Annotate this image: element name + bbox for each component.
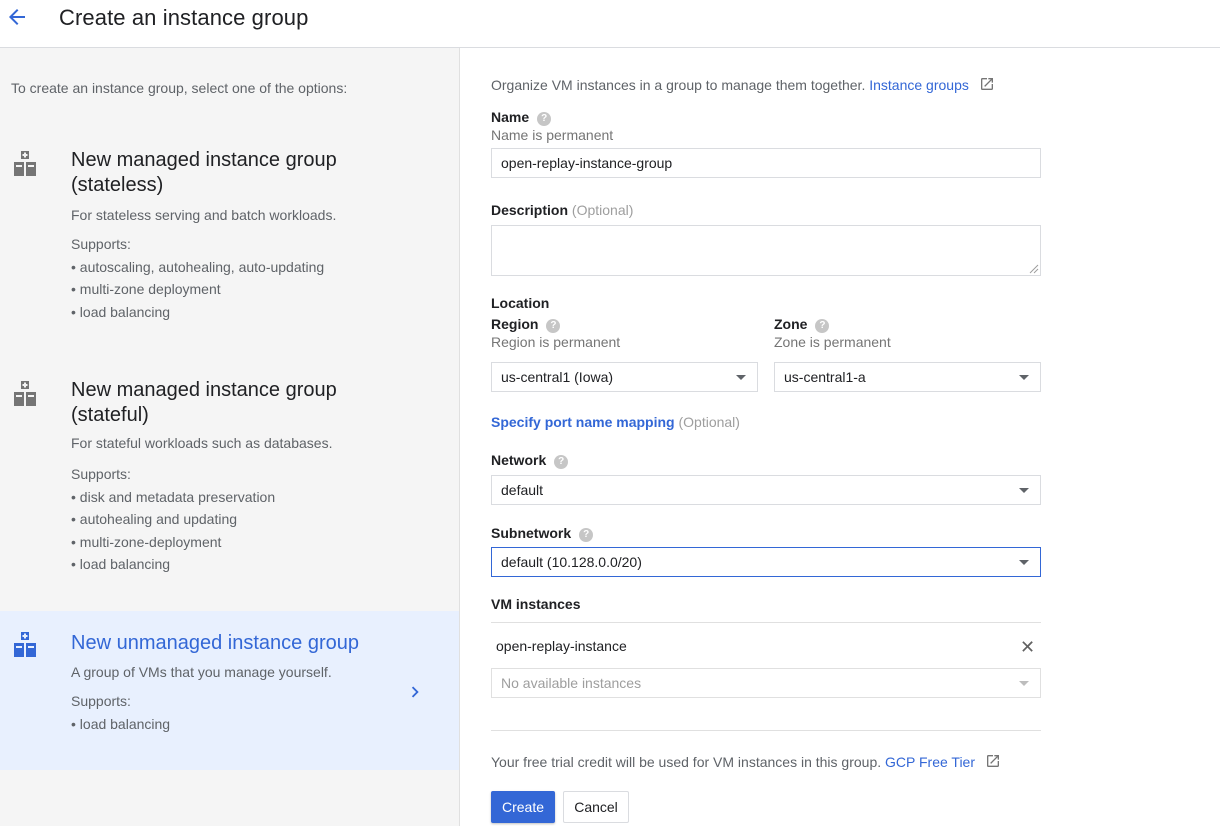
supports-item: • multi-zone deployment (71, 281, 221, 297)
free-tier-note: Your free trial credit will be used for … (491, 753, 1001, 770)
vm-instance-item: open-replay-instance (496, 638, 627, 654)
supports-label: Supports: (71, 236, 131, 252)
form-intro: Organize VM instances in a group to mana… (491, 76, 995, 93)
option-description: For stateful workloads such as databases… (71, 435, 333, 451)
network-label-text: Network (491, 452, 547, 468)
remove-instance-icon[interactable]: ✕ (1020, 638, 1035, 656)
add-instance-select[interactable]: No available instances (491, 668, 1041, 698)
dropdown-arrow-icon (736, 375, 746, 380)
zone-value: us-central1-a (784, 369, 866, 385)
open-in-new-icon[interactable] (979, 76, 995, 92)
supports-item: • load balancing (71, 303, 171, 320)
option-description: For stateless serving and batch workload… (71, 207, 337, 223)
name-label: Name? (491, 109, 552, 126)
option-supports: Supports: • autoscaling, autohealing, au… (71, 233, 324, 323)
name-hint: Name is permanent (491, 127, 614, 143)
chevron-right-icon (411, 686, 419, 698)
dropdown-arrow-icon (1019, 681, 1029, 686)
help-icon[interactable]: ? (815, 319, 830, 333)
zone-label-text: Zone (774, 316, 808, 332)
page-header: Create an instance group (0, 0, 1220, 48)
option-title-line2: (stateless) (71, 174, 164, 196)
help-icon[interactable]: ? (537, 112, 552, 126)
page-title: Create an instance group (59, 5, 309, 30)
option-title: New managed instance group (stateful) (71, 378, 401, 428)
instance-group-icon (14, 632, 36, 657)
supports-item: • load balancing (71, 715, 171, 732)
create-button[interactable]: Create (491, 791, 555, 823)
supports-item: • disk and metadata preservation (71, 488, 276, 505)
name-label-text: Name (491, 109, 530, 125)
supports-label: Supports: (71, 693, 131, 709)
subnetwork-label: Subnetwork? (491, 525, 594, 542)
option-supports: Supports: • disk and metadata preservati… (71, 463, 275, 576)
free-tier-text: Your free trial credit will be used for … (491, 754, 882, 770)
help-icon[interactable]: ? (554, 455, 569, 469)
description-field[interactable] (491, 225, 1041, 276)
supports-label: Supports: (71, 466, 131, 482)
network-select[interactable]: default (491, 475, 1041, 505)
gcp-free-tier-link[interactable]: GCP Free Tier (885, 754, 975, 770)
zone-select[interactable]: us-central1-a (774, 362, 1041, 392)
instance-group-icon (14, 151, 36, 176)
optional-tag: (Optional) (678, 414, 740, 430)
region-label-text: Region (491, 316, 539, 332)
open-in-new-icon[interactable] (985, 753, 1001, 769)
option-managed-stateless[interactable]: New managed instance group (stateless) F… (0, 138, 459, 338)
supports-item: • load balancing (71, 556, 171, 572)
option-title: New managed instance group (stateless) (71, 148, 401, 198)
location-label: Location (491, 295, 550, 311)
subnetwork-select[interactable]: default (10.128.0.0/20) (491, 547, 1041, 577)
zone-hint: Zone is permanent (774, 334, 891, 350)
description-label: Description (Optional) (491, 202, 633, 218)
option-panel: To create an instance group, select one … (0, 48, 460, 826)
network-value: default (501, 482, 544, 498)
option-title-line1: New managed instance group (71, 149, 337, 171)
option-title: New unmanaged instance group (71, 632, 359, 654)
optional-tag: (Optional) (571, 202, 634, 218)
network-label: Network? (491, 452, 569, 469)
region-hint: Region is permanent (491, 334, 621, 350)
description-label-text: Description (491, 202, 569, 218)
instance-group-icon (14, 381, 36, 406)
subnetwork-label-text: Subnetwork (491, 525, 572, 541)
form-intro-text: Organize VM instances in a group to mana… (491, 77, 866, 93)
zone-label: Zone? (774, 316, 830, 333)
option-managed-stateful[interactable]: New managed instance group (stateful) Fo… (0, 368, 459, 588)
option-title-line1: New managed instance group (71, 379, 337, 401)
cancel-button[interactable]: Cancel (563, 791, 629, 823)
instance-groups-link[interactable]: Instance groups (869, 77, 969, 93)
port-mapping-row: Specify port name mapping (Optional) (491, 414, 740, 430)
help-icon[interactable]: ? (546, 319, 561, 333)
subnetwork-value: default (10.128.0.0/20) (501, 554, 642, 570)
region-label: Region? (491, 316, 561, 333)
port-mapping-link[interactable]: Specify port name mapping (491, 414, 675, 430)
dropdown-arrow-icon (1019, 375, 1029, 380)
back-button[interactable] (4, 4, 30, 30)
add-instance-placeholder: No available instances (501, 675, 642, 691)
option-supports: Supports: • load balancing (71, 690, 170, 735)
divider (491, 730, 1041, 731)
option-title-line2: (stateful) (71, 404, 149, 426)
vm-instances-label: VM instances (491, 596, 581, 612)
supports-item: • multi-zone-deployment (71, 533, 222, 550)
supports-item: • autohealing and updating (71, 511, 238, 527)
region-value: us-central1 (Iowa) (501, 369, 614, 385)
option-unmanaged[interactable]: New unmanaged instance group A group of … (0, 611, 459, 770)
name-field[interactable]: open-replay-instance-group (491, 148, 1041, 178)
supports-item: • autoscaling, autohealing, auto-updatin… (71, 258, 325, 275)
arrow-back-icon[interactable] (5, 5, 29, 29)
dropdown-arrow-icon (1019, 488, 1029, 493)
help-icon[interactable]: ? (579, 528, 594, 542)
option-description: A group of VMs that you manage yourself. (71, 664, 332, 680)
resize-handle-icon[interactable] (1029, 264, 1039, 274)
dropdown-arrow-icon (1019, 560, 1029, 565)
region-select[interactable]: us-central1 (Iowa) (491, 362, 758, 392)
divider (491, 622, 1041, 623)
options-intro: To create an instance group, select one … (11, 80, 348, 96)
